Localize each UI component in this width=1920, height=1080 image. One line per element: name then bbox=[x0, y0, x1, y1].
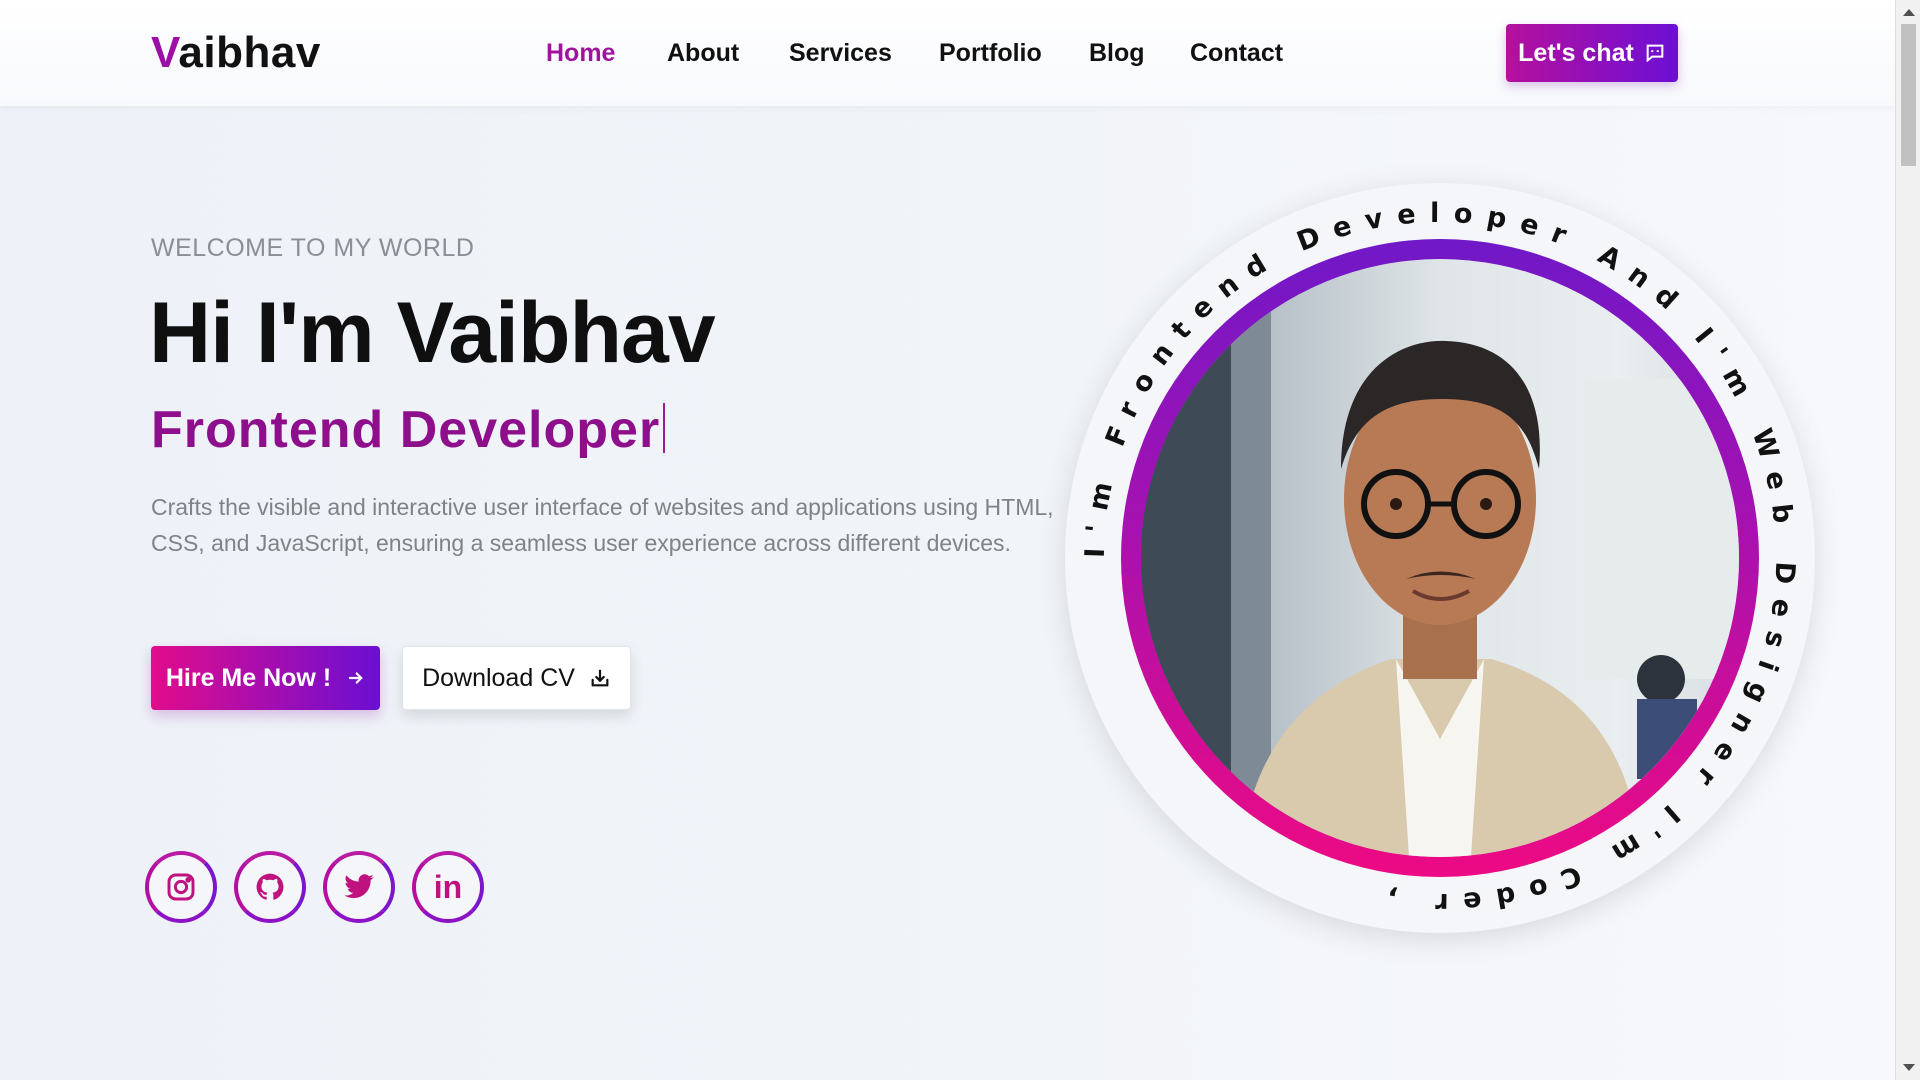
download-cv-button[interactable]: Download CV bbox=[402, 646, 631, 710]
nav-home[interactable]: Home bbox=[546, 38, 615, 68]
social-linkedin[interactable]: in bbox=[412, 851, 484, 923]
social-instagram[interactable] bbox=[145, 851, 217, 923]
chat-bubble-icon bbox=[1646, 44, 1664, 63]
nav-about[interactable]: About bbox=[667, 38, 739, 68]
logo-text: aibhav bbox=[178, 28, 321, 77]
hire-me-label: Hire Me Now ! bbox=[165, 663, 332, 692]
lets-chat-button[interactable]: Let's chat bbox=[1506, 24, 1678, 82]
photo-gradient-border bbox=[1121, 239, 1759, 877]
role-text: Frontend Developer bbox=[151, 401, 661, 459]
social-twitter[interactable] bbox=[323, 851, 395, 923]
scrollbar-thumb[interactable] bbox=[1901, 24, 1916, 166]
site-logo[interactable]: Vaibhav bbox=[151, 28, 321, 78]
page-scrollbar[interactable] bbox=[1895, 0, 1920, 1080]
hero-description: Crafts the visible and interactive user … bbox=[151, 494, 1054, 556]
hire-me-button[interactable]: Hire Me Now ! bbox=[151, 646, 380, 710]
hero-headline: Hi I'm Vaibhav bbox=[149, 285, 716, 381]
social-github[interactable] bbox=[234, 851, 306, 923]
instagram-icon bbox=[167, 873, 195, 901]
linkedin-icon: in bbox=[433, 868, 463, 905]
welcome-text: WELCOME TO MY WORLD bbox=[151, 234, 475, 262]
hero-role: Frontend Developer bbox=[151, 398, 666, 462]
portrait-illustration bbox=[1141, 259, 1739, 857]
nav-blog[interactable]: Blog bbox=[1089, 38, 1145, 68]
profile-ring: I'm Frontend Developer And I'm Web Desig… bbox=[1065, 183, 1815, 933]
nav-portfolio[interactable]: Portfolio bbox=[939, 38, 1042, 68]
nav-contact[interactable]: Contact bbox=[1190, 38, 1283, 68]
twitter-icon bbox=[344, 874, 374, 899]
scroll-down-icon[interactable] bbox=[1903, 1064, 1915, 1071]
nav-services[interactable]: Services bbox=[789, 38, 892, 68]
download-cv-label: Download CV bbox=[422, 663, 575, 692]
arrow-right-icon bbox=[349, 672, 363, 684]
typing-cursor bbox=[663, 403, 666, 453]
github-icon bbox=[256, 873, 284, 900]
download-icon bbox=[591, 669, 609, 687]
scroll-up-icon[interactable] bbox=[1903, 9, 1915, 16]
site-header: Vaibhav Home About Services Portfolio Bl… bbox=[0, 0, 1895, 106]
profile-photo bbox=[1141, 259, 1739, 857]
logo-initial: V bbox=[151, 28, 179, 77]
lets-chat-label: Let's chat bbox=[1518, 38, 1634, 67]
